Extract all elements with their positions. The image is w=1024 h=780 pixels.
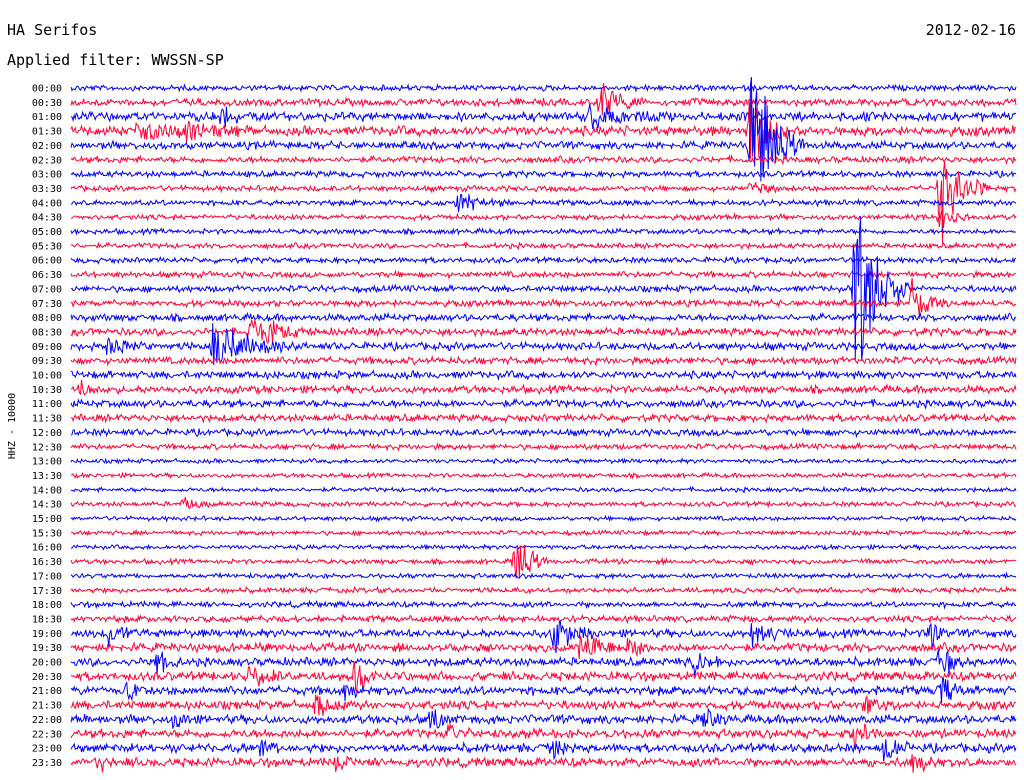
time-tick-label: 19:00: [32, 629, 62, 640]
trace-group: [70, 77, 1017, 773]
seismic-trace-row: [70, 154, 1017, 166]
seismic-trace-row: [70, 599, 1017, 610]
seismic-trace-row: [70, 398, 1017, 411]
seismic-trace-row: [70, 754, 1017, 773]
time-tick-label: 09:30: [32, 356, 62, 367]
helicorder-page: HA Serifos Applied filter: WWSSN-SP 2012…: [0, 0, 1024, 780]
time-tick-label: 20:30: [32, 672, 62, 683]
seismic-trace-row: [70, 226, 1017, 237]
time-tick-label: 19:30: [32, 643, 62, 654]
seismic-trace-row: [70, 323, 1017, 366]
y-axis-label: HHZ - 10000: [7, 393, 18, 459]
time-tick-label: 07:00: [32, 284, 62, 295]
time-tick-label: 08:30: [32, 327, 62, 338]
time-tick-label: 03:30: [32, 184, 62, 195]
time-tick-label: 05:00: [32, 227, 62, 238]
time-tick-label: 00:00: [32, 84, 62, 95]
time-tick-label: 11:00: [32, 399, 62, 410]
time-tick-label: 04:00: [32, 198, 62, 209]
time-tick-label: 01:30: [32, 127, 62, 138]
time-tick-label: 05:30: [32, 241, 62, 252]
time-tick-label: 06:30: [32, 270, 62, 281]
time-tick-label: 20:00: [32, 658, 62, 669]
seismic-trace-row: [70, 379, 1017, 396]
seismic-trace-row: [70, 649, 1017, 676]
time-tick-label: 18:30: [32, 614, 62, 625]
time-tick-label: 22:00: [32, 715, 62, 726]
time-tick-label: 02:30: [32, 155, 62, 166]
seismic-trace-row: [70, 496, 1017, 510]
seismic-trace-row: [70, 471, 1017, 480]
seismic-trace-row: [70, 485, 1017, 494]
seismogram-plot: HHZ - 10000 00:00 00:30 01:00 01:30 02:00 02:…: [7, 77, 1017, 773]
time-tick-label: 08:00: [32, 313, 62, 324]
seismic-trace-row: [70, 426, 1017, 439]
time-tick-label: 12:00: [32, 428, 62, 439]
seismic-trace-row: [70, 514, 1017, 523]
time-tick-label: 15:00: [32, 514, 62, 525]
seismic-trace-row: [70, 85, 1017, 159]
time-tick-label: 14:30: [32, 500, 62, 511]
time-tick-label: 09:00: [32, 342, 62, 353]
time-tick-label: 10:00: [32, 371, 62, 382]
seismic-trace-row: [70, 543, 1017, 552]
seismic-trace-row: [70, 571, 1017, 581]
time-tick-label: 16:30: [32, 557, 62, 568]
seismic-trace-row: [70, 613, 1017, 625]
seismic-trace-row: [70, 677, 1017, 703]
time-tick-label: 12:30: [32, 442, 62, 453]
seismic-trace-row: [70, 708, 1017, 729]
seismic-trace-row: [70, 739, 1017, 762]
time-tick-label: 13:00: [32, 457, 62, 468]
time-tick-label: 21:30: [32, 701, 62, 712]
time-tick-label: 01:00: [32, 112, 62, 123]
seismic-trace-row: [70, 457, 1017, 466]
seismic-trace-row: [70, 369, 1017, 381]
time-tick-label: 18:00: [32, 600, 62, 611]
time-tick-label: 04:30: [32, 213, 62, 224]
seismic-trace-row: [70, 441, 1017, 452]
time-tick-label: 14:00: [32, 485, 62, 496]
time-tick-label: 06:00: [32, 256, 62, 267]
seismic-trace-row: [70, 255, 1017, 265]
seismic-trace-row: [70, 635, 1017, 660]
seismic-trace-row: [70, 694, 1017, 716]
seismic-trace-row: [70, 585, 1017, 595]
time-tick-label: 02:00: [32, 141, 62, 152]
time-tick-label: 07:30: [32, 299, 62, 310]
time-tick-labels: 00:00 00:30 01:00 01:30 02:00 02:30 03:00 03:30…: [32, 84, 62, 769]
seismic-trace-row: [70, 241, 1017, 251]
time-tick-label: 11:30: [32, 414, 62, 425]
time-tick-label: 17:30: [32, 586, 62, 597]
time-tick-label: 00:30: [32, 98, 62, 109]
seismic-trace-row: [70, 193, 1017, 213]
seismic-trace-row: [70, 83, 1017, 93]
seismic-trace-row: [71, 412, 1017, 424]
time-tick-label: 21:00: [32, 686, 62, 697]
time-tick-label: 16:00: [32, 543, 62, 554]
time-tick-label: 23:00: [32, 744, 62, 755]
seismic-trace-row: [70, 169, 1017, 180]
time-tick-label: 10:30: [32, 385, 62, 396]
seismic-trace-row: [70, 82, 1017, 116]
time-tick-label: 03:00: [32, 170, 62, 181]
time-tick-label: 17:00: [32, 571, 62, 582]
time-tick-label: 22:30: [32, 729, 62, 740]
seismic-trace-row: [70, 208, 1017, 229]
seismic-trace-row: [70, 528, 1017, 537]
time-tick-label: 15:30: [32, 528, 62, 539]
time-tick-label: 13:30: [32, 471, 62, 482]
time-tick-label: 23:30: [32, 758, 62, 769]
seismic-trace-row: [70, 311, 1017, 324]
seismic-trace-row: [70, 354, 1017, 367]
seismic-trace-row: [70, 269, 1017, 280]
